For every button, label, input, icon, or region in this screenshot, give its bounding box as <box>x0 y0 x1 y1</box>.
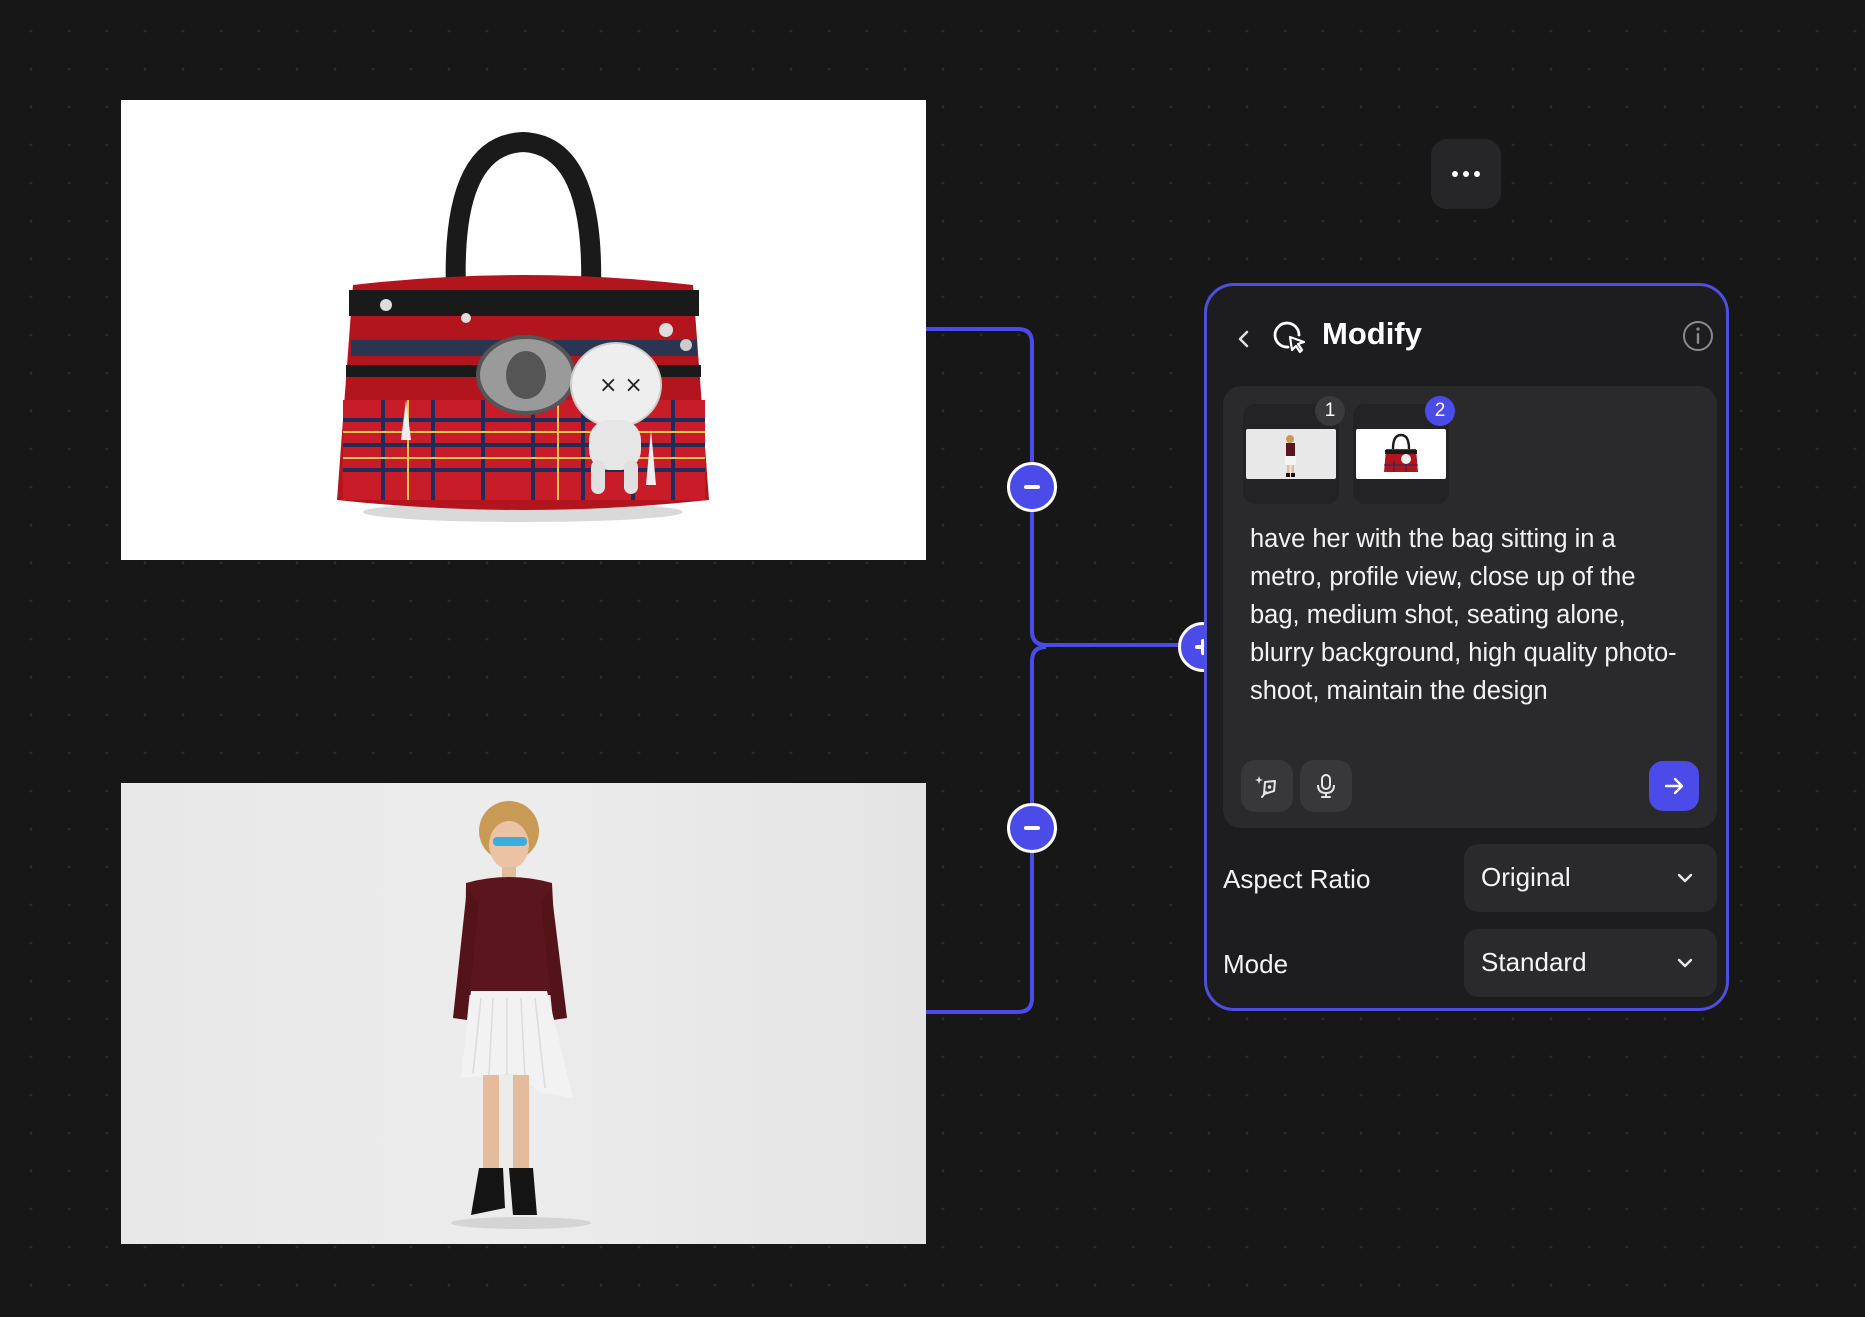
aspect-ratio-select[interactable]: Original <box>1464 844 1717 912</box>
minus-icon <box>1024 826 1040 830</box>
send-button[interactable] <box>1649 761 1699 811</box>
chevron-left-icon[interactable] <box>1229 324 1259 354</box>
info-icon[interactable] <box>1681 319 1715 353</box>
remove-bag-connection-button[interactable] <box>1007 462 1057 512</box>
mode-select[interactable]: Standard <box>1464 929 1717 997</box>
reference-badge: 2 <box>1425 396 1455 426</box>
ellipsis-icon <box>1452 171 1480 177</box>
enhance-prompt-icon <box>1255 776 1276 798</box>
modify-cursor-icon <box>1273 321 1306 354</box>
arrow-right-icon <box>1664 777 1684 795</box>
mode-value: Standard <box>1481 947 1587 977</box>
chevron-down-icon <box>1677 958 1693 968</box>
aspect-ratio-value: Original <box>1481 862 1571 892</box>
aspect-ratio-label: Aspect Ratio <box>1223 864 1371 894</box>
prompt-card: 1 2 have her with the bag sitting in a m… <box>1223 386 1717 828</box>
prompt-input[interactable]: have her with the bag sitting in a metro… <box>1250 520 1690 710</box>
voice-input-button[interactable] <box>1300 760 1352 812</box>
reference-thumbnail-bag[interactable]: 2 <box>1353 396 1455 504</box>
handbag-image-node[interactable]: × × <box>121 100 926 560</box>
remove-model-connection-button[interactable] <box>1007 803 1057 853</box>
model-image-node[interactable] <box>121 783 926 1244</box>
panel-header: Modify <box>1207 286 1726 386</box>
reference-badge: 1 <box>1315 396 1345 426</box>
model-thumbnail-image <box>1246 429 1336 479</box>
mode-label: Mode <box>1223 949 1289 979</box>
bag-thumbnail-image <box>1356 429 1446 479</box>
reference-thumbnail-model[interactable]: 1 <box>1243 396 1345 504</box>
modify-panel: Modify 1 2 have her with the bag sitting… <box>1204 283 1729 1011</box>
svg-text:× ×: × × <box>599 373 643 398</box>
model-picture <box>451 801 591 1229</box>
more-options-button[interactable] <box>1431 139 1501 209</box>
handbag-picture: × × <box>121 100 926 560</box>
enhance-prompt-button[interactable] <box>1241 760 1293 812</box>
panel-title: Modify <box>1322 316 1422 351</box>
minus-icon <box>1024 485 1040 489</box>
chevron-down-icon <box>1677 873 1693 883</box>
microphone-icon <box>1317 774 1335 798</box>
